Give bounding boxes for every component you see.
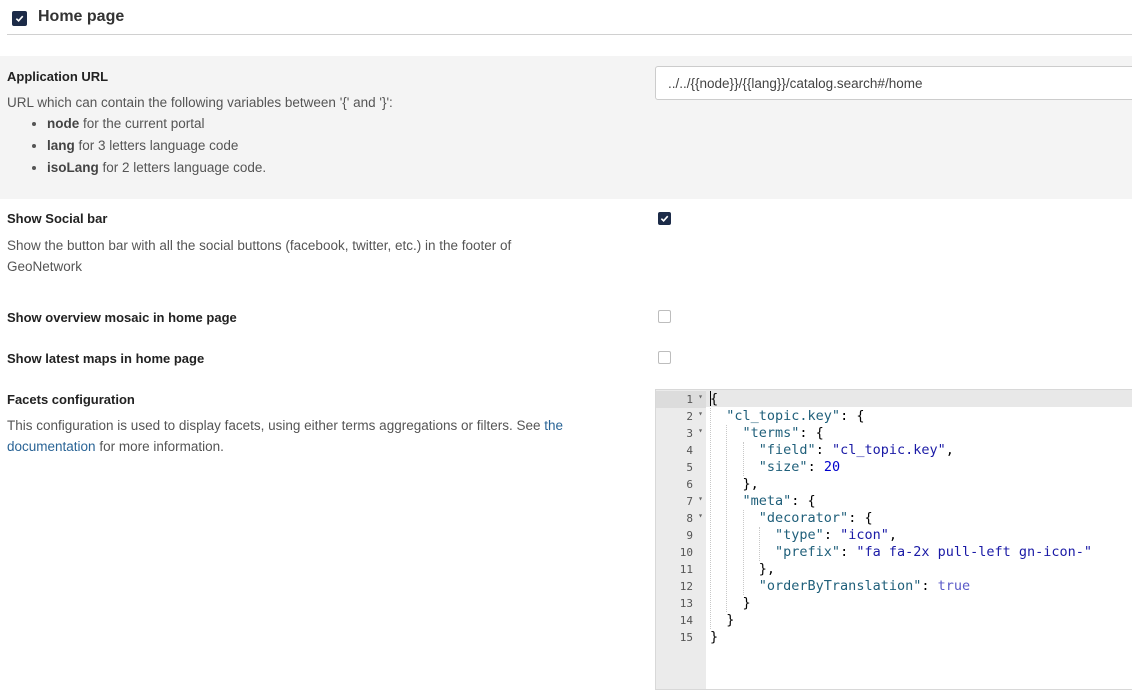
line-number: 3 ▾	[656, 425, 706, 442]
line-number-text: 5	[686, 461, 693, 474]
code-line: "terms": {	[742, 425, 824, 441]
line-number: 12	[656, 578, 706, 595]
editor-gutter: 1 ▾ 2 ▾ 3 ▾ 4 5 6 7 ▾ 8 ▾ 9 10 11 12 13 14 15	[656, 390, 706, 689]
social-bar-description: Show the button bar with all the social …	[7, 238, 512, 274]
line-number: 14	[656, 612, 706, 629]
line-number-text: 10	[679, 546, 693, 559]
code-line: "meta": {	[742, 493, 816, 509]
code-line: "orderByTranslation": true	[758, 578, 971, 594]
line-number: 5	[656, 459, 706, 476]
code-line: "prefix": "fa fa-2x pull-left gn-icon-"	[775, 544, 1093, 560]
latest-maps-label: Show latest maps in home page	[7, 351, 205, 366]
facets-description-tail: for more information.	[95, 439, 224, 454]
application-url-input[interactable]	[655, 66, 1132, 100]
line-number-text: 14	[679, 614, 693, 627]
variable-text: for the current portal	[79, 116, 205, 131]
line-number: 15	[656, 629, 706, 646]
line-number: 10	[656, 544, 706, 561]
fold-toggle-icon[interactable]: ▾	[698, 409, 703, 418]
facets-description-text: This configuration is used to display fa…	[7, 418, 545, 433]
latest-maps-checkbox[interactable]	[658, 351, 671, 364]
url-variable-item: lang for 3 letters language code	[47, 135, 607, 157]
line-number: 6	[656, 476, 706, 493]
code-line: "decorator": {	[758, 510, 873, 526]
url-variables-list: node for the current portal lang for 3 l…	[7, 113, 607, 179]
line-number-text: 2	[686, 410, 693, 423]
overview-mosaic-checkbox[interactable]	[658, 310, 671, 323]
variable-name: isoLang	[47, 160, 99, 175]
line-number: 7 ▾	[656, 493, 706, 510]
line-number-text: 8	[686, 512, 693, 525]
code-line: "cl_topic.key": {	[726, 408, 865, 424]
variable-name: lang	[47, 138, 75, 153]
section-header: Home page	[7, 0, 1132, 35]
fold-toggle-icon[interactable]: ▾	[698, 511, 703, 520]
line-number-text: 6	[686, 478, 693, 491]
line-number-text: 11	[679, 563, 693, 576]
facets-json-editor[interactable]: 1 ▾ 2 ▾ 3 ▾ 4 5 6 7 ▾ 8 ▾ 9 10 11 12 13 14 15 { "cl_topic.k…	[655, 389, 1132, 690]
variable-text: for 3 letters language code	[74, 138, 239, 153]
home-page-checkbox[interactable]	[12, 11, 27, 26]
line-number-text: 9	[686, 529, 693, 542]
application-url-help: URL which can contain the following vari…	[7, 95, 393, 110]
line-number: 11	[656, 561, 706, 578]
overview-mosaic-label: Show overview mosaic in home page	[7, 310, 237, 325]
section-title: Home page	[38, 8, 125, 25]
overview-mosaic-row: Show overview mosaic in home page	[0, 299, 1132, 335]
code-line: "field": "cl_topic.key",	[758, 442, 954, 458]
code-line: "type": "icon",	[775, 527, 897, 543]
line-number: 9	[656, 527, 706, 544]
line-number-text: 1	[686, 393, 693, 406]
code-line: }	[710, 612, 735, 628]
line-number: 4	[656, 442, 706, 459]
line-number: 8 ▾	[656, 510, 706, 527]
active-line-highlight	[706, 390, 1132, 407]
line-number-text: 13	[679, 597, 693, 610]
fold-toggle-icon[interactable]: ▾	[698, 494, 703, 503]
checkmark-icon	[660, 215, 669, 223]
social-bar-checkbox[interactable]	[658, 212, 671, 225]
code-line: }	[710, 595, 751, 611]
checkmark-icon	[15, 15, 24, 23]
url-variable-item: node for the current portal	[47, 113, 607, 135]
variable-name: node	[47, 116, 80, 131]
code-line: },	[710, 561, 776, 577]
line-number: 13	[656, 595, 706, 612]
code-line: }	[710, 629, 719, 645]
social-bar-label: Show Social bar	[7, 211, 108, 226]
code-line: },	[710, 476, 759, 492]
application-url-label: Application URL	[7, 69, 109, 84]
code-line: "size": 20	[758, 459, 841, 475]
line-number-text: 12	[679, 580, 693, 593]
code-line: {	[710, 391, 719, 407]
application-url-description: URL which can contain the following vari…	[7, 92, 607, 179]
line-number-text: 3	[686, 427, 693, 440]
variable-text: for 2 letters language code.	[98, 160, 267, 175]
line-number: 1 ▾	[656, 391, 706, 408]
line-number-text: 7	[686, 495, 693, 508]
text-cursor	[710, 391, 711, 406]
facets-description: This configuration is used to display fa…	[7, 415, 607, 457]
line-number: 2 ▾	[656, 408, 706, 425]
fold-toggle-icon[interactable]: ▾	[698, 426, 703, 435]
line-number-text: 15	[679, 631, 693, 644]
social-bar-row: Show Social bar Show the button bar with…	[0, 199, 1132, 289]
line-number-text: 4	[686, 444, 693, 457]
fold-toggle-icon[interactable]: ▾	[698, 392, 703, 401]
facets-label: Facets configuration	[7, 392, 135, 407]
url-variable-item: isoLang for 2 letters language code.	[47, 157, 607, 179]
latest-maps-row: Show latest maps in home page	[0, 340, 1132, 376]
